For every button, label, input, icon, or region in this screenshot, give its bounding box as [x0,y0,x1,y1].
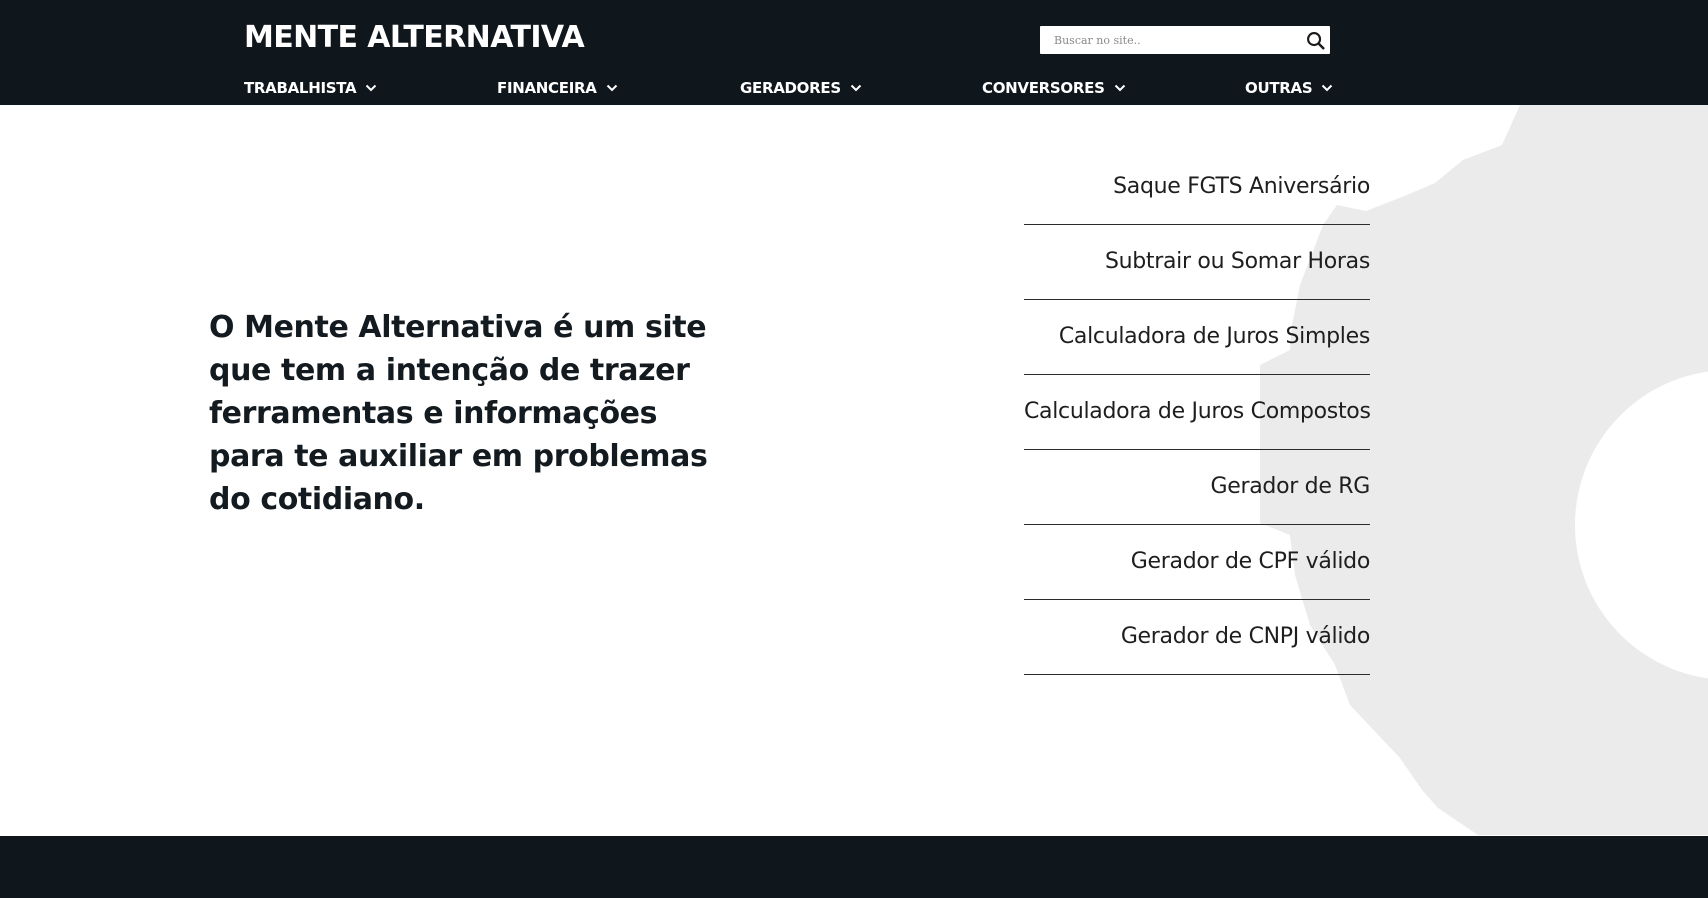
site-logo[interactable]: MENTE ALTERNATIVA [244,18,585,58]
chevron-down-icon [606,84,617,92]
chevron-down-icon [366,84,377,92]
link-juros-simples[interactable]: Calculadora de Juros Simples [1024,300,1370,375]
link-juros-compostos[interactable]: Calculadora de Juros Compostos [1024,375,1371,450]
search-box [1040,26,1330,54]
link-saque-fgts-aniversario[interactable]: Saque FGTS Aniversário [1024,150,1370,225]
nav-item-outras[interactable]: OUTRAS [1245,76,1334,100]
nav-item-label: CONVERSORES [982,79,1105,97]
chevron-down-icon [1322,84,1333,92]
site-header: MENTE ALTERNATIVA TRABALHISTA FINANCEIRA… [0,0,1708,105]
chevron-down-icon [1114,84,1125,92]
nav-item-financeira[interactable]: FINANCEIRA [497,76,619,100]
search-button[interactable] [1304,29,1326,51]
nav-item-label: OUTRAS [1245,79,1313,97]
tools-link-list: Saque FGTS Aniversário Subtrair ou Somar… [1024,150,1371,675]
search-icon [1306,31,1325,50]
nav-item-label: TRABALHISTA [244,79,357,97]
nav-item-conversores[interactable]: CONVERSORES [982,76,1127,100]
nav-item-label: GERADORES [740,79,841,97]
intro-text: O Mente Alternativa é um site que tem a … [209,310,708,517]
link-gerador-cnpj[interactable]: Gerador de CNPJ válido [1024,600,1370,675]
chevron-down-icon [850,84,862,92]
link-gerador-rg[interactable]: Gerador de RG [1024,450,1370,525]
main-nav: TRABALHISTA FINANCEIRA GERADORES CONVERS… [0,76,1708,100]
search-input[interactable] [1040,26,1296,54]
link-subtrair-somar-horas[interactable]: Subtrair ou Somar Horas [1024,225,1370,300]
link-gerador-cpf[interactable]: Gerador de CPF válido [1024,525,1370,600]
site-footer [0,836,1708,898]
nav-item-label: FINANCEIRA [497,79,597,97]
nav-item-geradores[interactable]: GERADORES [740,76,863,100]
nav-item-trabalhista[interactable]: TRABALHISTA [244,76,378,100]
